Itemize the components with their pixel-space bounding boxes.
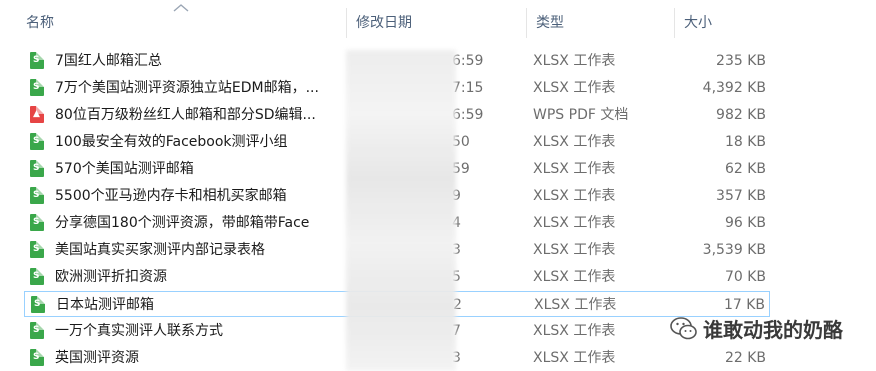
file-name: 80位百万级粉丝红人邮箱和部分SD编辑... (55, 107, 316, 123)
file-name: 日本站测评邮箱 (56, 297, 154, 313)
xlsx-file-icon: S (30, 79, 44, 96)
file-name: 美国站真实买家测评内部记录表格 (55, 242, 265, 258)
file-name: 7国红人邮箱汇总 (55, 53, 162, 69)
file-icon-glyph: S (34, 299, 41, 309)
file-size: 96 KB (724, 215, 766, 231)
file-icon-glyph: ▲ (33, 109, 40, 119)
blurred-date-region (346, 50, 456, 371)
wechat-icon (670, 317, 697, 340)
file-icon-glyph: S (33, 217, 40, 227)
xlsx-file-icon: S (30, 322, 44, 339)
file-type: XLSX 工作表 (533, 323, 616, 339)
xlsx-file-icon: S (30, 160, 44, 177)
xlsx-file-icon: S (30, 133, 44, 150)
file-icon-glyph: S (33, 244, 40, 254)
file-type: XLSX 工作表 (533, 215, 616, 231)
file-modified-date: 6:59 (452, 107, 484, 123)
file-type: XLSX 工作表 (533, 161, 616, 177)
file-size: 982 KB (716, 107, 766, 123)
file-type: XLSX 工作表 (533, 242, 616, 258)
file-name: 一万个真实测评人联系方式 (55, 323, 223, 339)
column-header: 名称 修改日期 类型 大小 (0, 0, 876, 44)
file-size: 18 KB (724, 134, 766, 150)
file-type: XLSX 工作表 (533, 350, 616, 366)
file-name: 分享德国180个测评资源，带邮箱带Face (55, 215, 310, 231)
file-icon-glyph: S (33, 352, 40, 362)
xlsx-file-icon: S (30, 52, 44, 69)
file-name: 5500个亚马逊内存卡和相机买家邮箱 (55, 188, 287, 204)
file-modified-date: 6:59 (452, 53, 484, 69)
xlsx-file-icon: S (31, 296, 45, 313)
xlsx-file-icon: S (30, 349, 44, 366)
column-header-size[interactable]: 大小 (674, 0, 774, 44)
xlsx-file-icon: S (30, 241, 44, 258)
file-name: 100最安全有效的Facebook测评小组 (55, 134, 288, 150)
file-name: 7万个美国站测评资源独立站EDM邮箱，... (55, 80, 319, 96)
file-icon-glyph: S (33, 82, 40, 92)
file-type: XLSX 工作表 (533, 80, 616, 96)
file-size: 3,539 KB (702, 242, 766, 258)
file-name: 欧洲测评折扣资源 (55, 269, 167, 285)
column-header-date[interactable]: 修改日期 (346, 0, 526, 44)
file-icon-glyph: S (33, 55, 40, 65)
file-name: 英国测评资源 (55, 350, 139, 366)
file-size: 235 KB (716, 53, 766, 69)
file-name: 570个美国站测评邮箱 (55, 161, 194, 177)
column-header-type[interactable]: 类型 (526, 0, 674, 44)
file-type: XLSX 工作表 (533, 134, 616, 150)
file-icon-glyph: S (33, 190, 40, 200)
file-icon-glyph: S (33, 163, 40, 173)
file-size: 62 KB (724, 161, 766, 177)
file-icon-glyph: S (33, 271, 40, 281)
file-size: 357 KB (716, 188, 766, 204)
xlsx-file-icon: S (30, 187, 44, 204)
file-icon-glyph: S (33, 136, 40, 146)
file-modified-date: 7:15 (452, 80, 484, 96)
file-size: 4,392 KB (702, 80, 766, 96)
pdf-file-icon: ▲ (30, 106, 44, 123)
column-header-name[interactable]: 名称 (16, 0, 346, 44)
file-icon-glyph: S (33, 325, 40, 335)
xlsx-file-icon: S (30, 214, 44, 231)
xlsx-file-icon: S (30, 268, 44, 285)
file-type: WPS PDF 文档 (533, 107, 629, 123)
file-type: XLSX 工作表 (534, 297, 617, 313)
file-size: 22 KB (724, 350, 766, 366)
file-type: XLSX 工作表 (533, 188, 616, 204)
file-type: XLSX 工作表 (533, 53, 616, 69)
file-type: XLSX 工作表 (533, 269, 616, 285)
watermark-text: 谁敢动我的奶酪 (703, 318, 843, 342)
file-size: 70 KB (724, 269, 766, 285)
